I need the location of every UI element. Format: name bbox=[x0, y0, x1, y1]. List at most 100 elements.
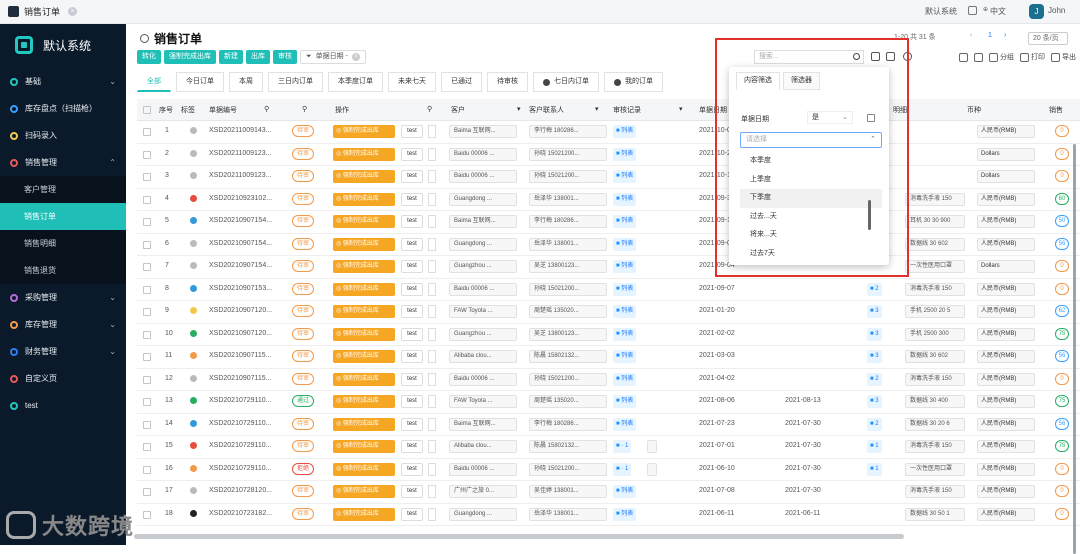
row-checkbox[interactable] bbox=[143, 443, 151, 451]
audit-list-link[interactable]: 列表 bbox=[613, 395, 637, 408]
customer-select[interactable]: 广州广之旅 0... bbox=[449, 485, 517, 498]
sidebar-item[interactable]: 自定义页 bbox=[0, 365, 126, 392]
detail-count-link[interactable]: 3 bbox=[867, 395, 882, 408]
row-checkbox[interactable] bbox=[143, 398, 151, 406]
contact-select[interactable]: 周楚瑶 135020... bbox=[529, 305, 607, 318]
pin-icon[interactable]: ⚲ bbox=[302, 105, 307, 113]
contact-select[interactable]: 岳泽华 138001... bbox=[529, 237, 607, 251]
contact-select[interactable]: 孙晓 15021200... bbox=[529, 147, 607, 161]
language-switch[interactable]: 中文 bbox=[990, 6, 1006, 17]
currency-select[interactable]: Dollars bbox=[977, 170, 1035, 183]
test-button[interactable]: test bbox=[401, 395, 423, 408]
currency-select[interactable]: 人民币(RMB) bbox=[977, 395, 1035, 408]
currency-select[interactable]: 人民币(RMB) bbox=[977, 507, 1035, 521]
customer-select[interactable]: FAW Toyota ... bbox=[449, 395, 517, 408]
row-checkbox[interactable] bbox=[143, 308, 151, 316]
detail-item[interactable]: 消毒洗手液 150 bbox=[905, 440, 965, 453]
force-complete-row-button[interactable]: 强制完成出库 bbox=[333, 440, 395, 453]
customer-select[interactable]: Guangdong ... bbox=[449, 507, 517, 521]
row-checkbox[interactable] bbox=[143, 128, 151, 136]
clear-filter-icon[interactable]: × bbox=[351, 53, 360, 61]
audit-list-link[interactable]: 列表 bbox=[613, 305, 637, 318]
more-button[interactable] bbox=[428, 327, 436, 341]
sidebar-item[interactable]: 销售管理 ⌃ bbox=[0, 149, 126, 176]
detail-count-link[interactable]: 1 bbox=[867, 440, 882, 453]
tag-icon[interactable] bbox=[190, 262, 197, 269]
audit-list-link[interactable]: 列表 bbox=[613, 170, 637, 183]
column-header[interactable]: 单据编号 bbox=[209, 105, 237, 115]
force-complete-row-button[interactable]: 强制完成出库 bbox=[333, 327, 395, 341]
order-number[interactable]: XSD20210907153... bbox=[209, 285, 287, 292]
quick-tab[interactable]: 三日内订单 bbox=[268, 72, 323, 92]
new-button[interactable]: 新建 bbox=[219, 50, 243, 64]
currency-select[interactable]: 人民币(RMB) bbox=[977, 372, 1035, 386]
detail-item[interactable]: 手机 2500 20 5 bbox=[905, 305, 965, 318]
column-header[interactable]: 客户联系人 bbox=[529, 105, 564, 115]
tag-icon[interactable] bbox=[190, 194, 197, 202]
tag-icon[interactable] bbox=[190, 352, 197, 359]
test-button[interactable]: test bbox=[401, 237, 423, 251]
test-button[interactable]: test bbox=[401, 485, 423, 498]
force-complete-row-button[interactable]: 强制完成出库 bbox=[333, 372, 395, 386]
audit-list-link[interactable]: 列表 bbox=[613, 507, 637, 521]
row-checkbox[interactable] bbox=[143, 263, 151, 271]
currency-select[interactable]: 人民币(RMB) bbox=[977, 417, 1035, 431]
audit-list-link[interactable]: 列表 bbox=[613, 237, 637, 251]
more-button[interactable] bbox=[428, 395, 436, 408]
force-complete-row-button[interactable]: 强制完成出库 bbox=[333, 462, 395, 476]
order-number[interactable]: XSD20210907154... bbox=[209, 240, 287, 247]
detail-item[interactable]: 消毒洗手液 150 bbox=[905, 372, 965, 386]
sidebar-item[interactable]: 基础 ⌄ bbox=[0, 68, 126, 95]
more-button[interactable] bbox=[428, 192, 436, 206]
test-button[interactable]: test bbox=[401, 192, 423, 206]
sidebar-subitem[interactable]: 客户管理 bbox=[0, 176, 126, 203]
tag-icon[interactable] bbox=[190, 419, 197, 427]
more-button[interactable] bbox=[428, 147, 436, 161]
row-checkbox[interactable] bbox=[143, 465, 151, 474]
pin-icon[interactable]: ⚲ bbox=[264, 105, 269, 113]
force-complete-row-button[interactable]: 强制完成出库 bbox=[333, 125, 395, 138]
more-button[interactable] bbox=[428, 462, 436, 476]
force-complete-row-button[interactable]: 强制完成出库 bbox=[333, 350, 395, 363]
force-complete-row-button[interactable]: 强制完成出库 bbox=[333, 417, 395, 431]
tag-icon[interactable] bbox=[190, 509, 197, 517]
active-tab[interactable]: 销售订单 × bbox=[8, 5, 78, 18]
contact-select[interactable]: 李行梅 180286... bbox=[529, 125, 607, 138]
current-page[interactable]: 1 bbox=[988, 32, 992, 39]
test-button[interactable]: test bbox=[401, 350, 423, 363]
tag-icon[interactable] bbox=[190, 149, 197, 157]
refresh-icon[interactable] bbox=[140, 34, 149, 43]
order-number[interactable]: XSD20211009143... bbox=[209, 127, 287, 134]
customer-select[interactable]: Alibaba clou... bbox=[449, 440, 517, 453]
force-complete-row-button[interactable]: 强制完成出库 bbox=[333, 395, 395, 408]
order-number[interactable]: XSD20210923102... bbox=[209, 195, 287, 202]
quick-tab[interactable]: 今日订单 bbox=[176, 72, 224, 92]
order-number[interactable]: XSD20210728120... bbox=[209, 487, 287, 494]
force-complete-row-button[interactable]: 强制完成出库 bbox=[333, 507, 395, 521]
row-checkbox[interactable] bbox=[143, 510, 151, 519]
detail-item[interactable]: 一次性医用口罩 bbox=[905, 462, 965, 476]
currency-select[interactable]: Dollars bbox=[977, 147, 1035, 161]
contact-select[interactable]: 孙晓 15021200... bbox=[529, 282, 607, 296]
more-button[interactable] bbox=[428, 485, 436, 498]
quick-tab[interactable]: 本季度订单 bbox=[328, 72, 383, 92]
globe-icon[interactable]: ⊕ bbox=[983, 6, 988, 13]
tag-icon[interactable] bbox=[190, 172, 197, 179]
detail-item[interactable]: 数据线 30 602 bbox=[905, 350, 965, 363]
test-button[interactable]: test bbox=[401, 327, 423, 341]
more-button[interactable] bbox=[428, 237, 436, 251]
more-button[interactable] bbox=[428, 282, 436, 296]
close-tab-icon[interactable]: × bbox=[68, 7, 78, 16]
detail-item[interactable]: 消毒洗手液 150 bbox=[905, 282, 965, 296]
audit-list-link[interactable]: 列表 bbox=[613, 372, 637, 386]
audit-list-link[interactable]: 列表 bbox=[613, 417, 637, 431]
contact-select[interactable]: 孙晓 15021200... bbox=[529, 170, 607, 183]
customer-select[interactable]: Baidu 00006 ... bbox=[449, 147, 517, 161]
row-checkbox[interactable] bbox=[143, 218, 151, 226]
sidebar-item[interactable]: 财务管理 ⌄ bbox=[0, 338, 126, 365]
currency-select[interactable]: 人民币(RMB) bbox=[977, 237, 1035, 251]
contact-select[interactable]: 孙晓 15021200... bbox=[529, 462, 607, 476]
audit-list-link[interactable]: 列表 bbox=[613, 485, 637, 498]
more-button[interactable] bbox=[428, 260, 436, 273]
user-name[interactable]: John bbox=[1048, 6, 1065, 15]
